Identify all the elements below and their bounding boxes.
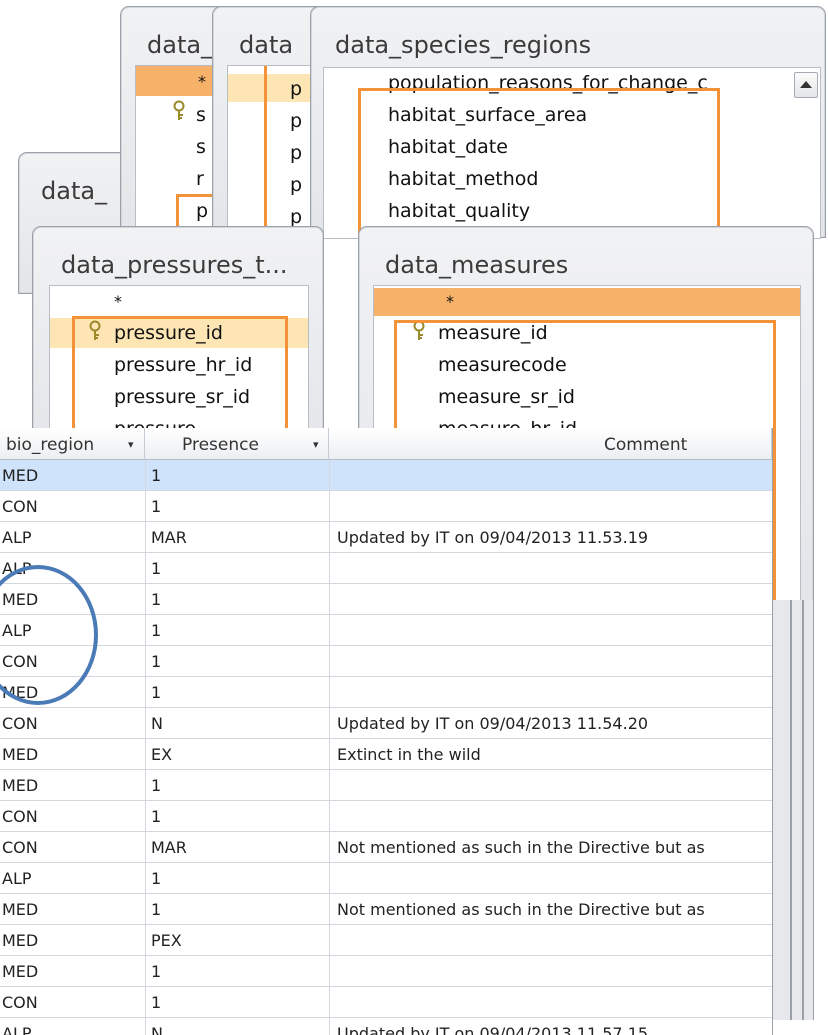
table-row[interactable]: CON 1 [0,801,772,832]
window-title: data_species_regions [335,31,592,59]
scroll-up-arrow-icon [800,81,812,88]
cell-presence[interactable]: 1 [151,807,321,826]
cell-bio-region[interactable]: CON [2,497,132,516]
table-row[interactable]: CON 1 [0,491,772,522]
table-row[interactable]: MED 1 Not mentioned as such in the Directi… [0,894,772,925]
field-list: population_reasons_for_change_c habitat_… [323,67,821,239]
cell-presence[interactable]: N [151,1024,321,1035]
column-header-comment[interactable]: Comment [329,428,772,460]
field-item[interactable]: s [196,136,206,158]
cell-bio-region[interactable]: CON [2,838,132,857]
cell-bio-region[interactable]: MED [2,931,132,950]
cell-presence[interactable]: MAR [151,838,321,857]
cell-presence[interactable]: 1 [151,621,321,640]
cell-bio-region[interactable]: MED [2,466,132,485]
table-row[interactable]: CON N Updated by IT on 09/04/2013 11.54.20 [0,708,772,739]
field-item[interactable]: * [198,72,206,91]
cell-presence[interactable]: N [151,714,321,733]
field-item[interactable]: * [114,292,122,311]
cell-bio-region[interactable]: ALP [2,1024,132,1035]
header-label: Presence [182,435,259,455]
cell-presence[interactable]: 1 [151,590,321,609]
cell-bio-region[interactable]: MED [2,962,132,981]
table-row[interactable]: MED 1 [0,677,772,708]
table-row[interactable]: MED 1 [0,460,772,491]
table-row[interactable]: MED PEX [0,925,772,956]
cell-presence[interactable]: 1 [151,869,321,888]
field-item[interactable]: * [446,292,454,311]
annotation-box [358,88,720,238]
cell-bio-region[interactable]: ALP [2,869,132,888]
stacked-window-edge [802,600,804,1020]
header-label: bio_region [6,435,95,455]
table-row[interactable]: ALP N Updated by IT on 09/04/2013 11.57.15 [0,1018,772,1035]
cell-presence[interactable]: 1 [151,683,321,702]
field-item[interactable]: s [196,104,206,126]
cell-bio-region[interactable]: MED [2,745,132,764]
column-header-presence[interactable]: Presence ▾ [145,428,329,460]
cell-presence[interactable]: 1 [151,559,321,578]
table-row[interactable]: MED 1 [0,956,772,987]
table-window-pressures[interactable]: data_pressures_t... * pressure_id pressu… [32,226,324,458]
cell-presence[interactable]: PEX [151,931,321,950]
sort-dropdown-icon[interactable]: ▾ [128,438,134,451]
window-title: data [239,31,294,59]
table-row[interactable]: ALP 1 [0,863,772,894]
table-row[interactable]: MED 1 [0,584,772,615]
cell-presence[interactable]: 1 [151,466,321,485]
datasheet-table[interactable]: bio_region ▾ Presence ▾ Comment MED 1 CON 1… [0,428,773,1035]
stacked-window-edge [772,600,814,1020]
field-item[interactable]: r [196,168,204,190]
cell-presence[interactable]: 1 [151,652,321,671]
cell-bio-region[interactable]: MED [2,900,132,919]
cell-presence[interactable]: 1 [151,776,321,795]
table-row[interactable]: MED EX Extinct in the wild [0,739,772,770]
cell-bio-region[interactable]: CON [2,807,132,826]
cell-comment[interactable]: Extinct in the wild [337,745,769,764]
header-label: Comment [604,435,688,455]
window-title: data_pressures_t... [61,251,288,279]
table-row[interactable]: MED 1 [0,770,772,801]
cell-bio-region[interactable]: MED [2,776,132,795]
cell-presence[interactable]: EX [151,745,321,764]
scroll-up-button[interactable] [794,72,818,98]
cell-presence[interactable]: MAR [151,528,321,547]
window-title: data_ [41,177,108,205]
table-row[interactable]: ALP 1 [0,615,772,646]
key-icon [172,100,186,122]
window-title: data_ [147,31,214,59]
cell-presence[interactable]: 1 [151,900,321,919]
stacked-window-edge [790,600,792,1020]
cell-comment[interactable]: Not mentioned as such in the Directive b… [337,838,769,857]
table-row[interactable]: CON 1 [0,987,772,1018]
cell-bio-region[interactable]: CON [2,714,132,733]
cell-presence[interactable]: 1 [151,497,321,516]
cell-bio-region[interactable]: CON [2,993,132,1012]
table-row[interactable]: CON 1 [0,646,772,677]
column-header-bio-region[interactable]: bio_region ▾ [0,428,145,460]
cell-comment[interactable]: Not mentioned as such in the Directive b… [337,900,769,919]
table-window-species-regions[interactable]: data_species_regions population_reasons_… [310,6,826,239]
cell-comment[interactable]: Updated by IT on 09/04/2013 11.54.20 [337,714,769,733]
table-row[interactable]: CON MAR Not mentioned as such in the Direc… [0,832,772,863]
table-row[interactable]: ALP MAR Updated by IT on 09/04/2013 11.53.… [0,522,772,553]
cell-comment[interactable]: Updated by IT on 09/04/2013 11.53.19 [337,528,769,547]
window-title: data_measures [385,251,569,279]
cell-presence[interactable]: 1 [151,962,321,981]
cell-presence[interactable]: 1 [151,993,321,1012]
sort-dropdown-icon[interactable]: ▾ [313,438,319,451]
cell-bio-region[interactable]: ALP [2,528,132,547]
table-row[interactable]: ALP 1 [0,553,772,584]
cell-comment[interactable]: Updated by IT on 09/04/2013 11.57.15 [337,1024,769,1035]
